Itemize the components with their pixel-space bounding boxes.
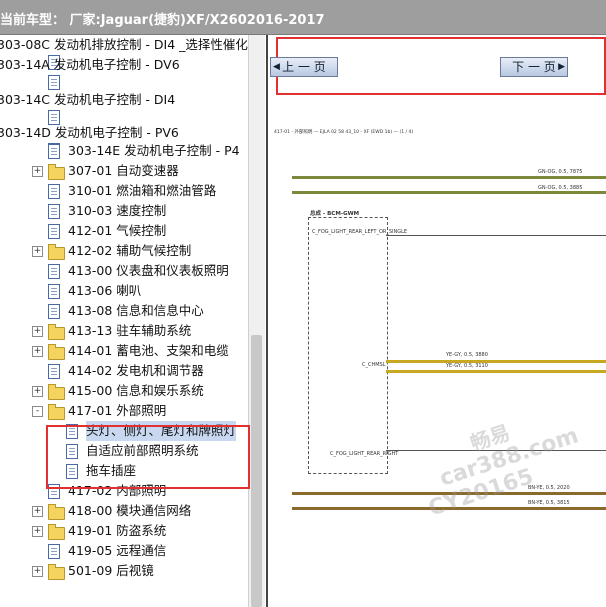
highlight-box-tree — [46, 425, 250, 489]
tree-item[interactable]: 415-00 信息和娱乐系统 — [68, 381, 204, 401]
expand-icon[interactable]: + — [32, 326, 43, 337]
page-icon — [48, 184, 60, 199]
tree-item[interactable]: 417-01 外部照明 — [68, 401, 166, 421]
title-bar: 当前车型： 厂家:Jaguar(捷豹)XF/X2602016-2017 — [0, 0, 606, 35]
expand-icon[interactable]: + — [32, 566, 43, 577]
expand-icon[interactable]: + — [32, 166, 43, 177]
tree-item[interactable]: 303-14C 发动机电子控制 - DI4 — [0, 90, 175, 110]
folder-icon — [48, 164, 65, 180]
diagram-page-header: 417-01 - 外部照明 — EJLA 02 58 43_10 - XF (E… — [274, 130, 414, 135]
wire — [292, 191, 606, 194]
tree-item[interactable]: 501-09 后视镜 — [68, 561, 154, 581]
wire — [386, 370, 606, 373]
folder-icon — [48, 564, 65, 580]
tree-item[interactable]: 419-05 远程通信 — [68, 541, 166, 561]
wire — [386, 360, 606, 363]
tree-item[interactable]: 413-00 仪表盘和仪表板照明 — [68, 261, 229, 281]
pin-label: C_FOG_LIGHT_REAR_RIGHT — [330, 451, 399, 457]
wire-label: YE-GY, 0.5, 3110 — [446, 363, 488, 369]
expand-icon[interactable]: + — [32, 246, 43, 257]
tree-item[interactable]: 303-14D 发动机电子控制 - PV6 — [0, 123, 179, 143]
prev-arrow-icon: ◀ — [273, 62, 280, 72]
wire — [292, 176, 606, 179]
tree-item[interactable]: 412-02 辅助气候控制 — [68, 241, 191, 261]
pin-label: C_CHMSL — [362, 362, 386, 368]
expand-icon[interactable]: + — [32, 506, 43, 517]
tree-item[interactable]: 414-01 蓄电池、支架和电缆 — [68, 341, 229, 361]
tree-item[interactable]: 303-14A 发动机电子控制 - DV6 — [0, 55, 180, 75]
page-icon — [48, 304, 60, 319]
prev-page-button[interactable]: ◀ 上 一 页 — [270, 57, 338, 77]
tree-item[interactable]: 414-02 发电机和调节器 — [68, 361, 204, 381]
next-page-button[interactable]: 下 一 页 ▶ — [500, 57, 568, 77]
page-icon — [48, 264, 60, 279]
prev-page-label: 上 一 页 — [282, 60, 326, 74]
wire-label: YE-GY, 0.5, 3880 — [446, 352, 488, 358]
tree-item[interactable]: 419-01 防盗系统 — [68, 521, 166, 541]
page-icon — [48, 284, 60, 299]
collapse-icon[interactable]: - — [32, 406, 43, 417]
diagram-viewer: ◀ 上 一 页 下 一 页 ▶ 417-01 - 外部照明 — EJLA 02 … — [266, 35, 606, 607]
page-icon — [48, 544, 60, 559]
page-icon — [48, 75, 60, 90]
tree-item[interactable]: 310-01 燃油箱和燃油管路 — [68, 181, 216, 201]
tree-scrollbar[interactable] — [248, 35, 265, 607]
page-icon — [48, 204, 60, 219]
module-label: 总成 - BCM-GWM — [310, 211, 360, 217]
folder-icon — [48, 524, 65, 540]
wire-label: BN-YE, 0.5, 3815 — [528, 500, 570, 506]
folder-icon — [48, 244, 65, 260]
wire-label: GN-OG, 0.5, 3885 — [538, 185, 583, 191]
folder-icon — [48, 504, 65, 520]
tree-item[interactable]: 413-06 喇叭 — [68, 281, 141, 301]
next-arrow-icon: ▶ — [558, 62, 565, 72]
folder-icon — [48, 344, 65, 360]
tree-item[interactable]: 412-01 气候控制 — [68, 221, 166, 241]
next-page-label: 下 一 页 — [512, 60, 556, 74]
folder-icon — [48, 384, 65, 400]
current-vehicle-title: 当前车型： 厂家:Jaguar(捷豹)XF/X2602016-2017 — [0, 13, 325, 28]
page-icon — [48, 144, 60, 159]
tree-panel[interactable]: 303-08C 发动机排放控制 - DI4 _选择性催化 303-14A 发动机电… — [0, 35, 248, 607]
page-icon — [48, 224, 60, 239]
wire — [386, 235, 606, 236]
scrollbar-thumb[interactable] — [251, 335, 262, 607]
tree-item[interactable]: 418-00 模块通信网络 — [68, 501, 191, 521]
tree-item[interactable]: 303-14E 发动机电子控制 - P4 — [68, 141, 240, 161]
folder-icon — [48, 404, 65, 420]
folder-icon — [48, 324, 65, 340]
expand-icon[interactable]: + — [32, 386, 43, 397]
page-icon — [48, 364, 60, 379]
module-box — [308, 217, 388, 474]
expand-icon[interactable]: + — [32, 526, 43, 537]
expand-icon[interactable]: + — [32, 346, 43, 357]
tree-item[interactable]: 413-08 信息和信息中心 — [68, 301, 204, 321]
wire-label: GN-OG, 0.5, 7875 — [538, 169, 583, 175]
tree-item[interactable]: 310-03 速度控制 — [68, 201, 166, 221]
tree-item[interactable]: 413-13 驻车辅助系统 — [68, 321, 191, 341]
tree-item[interactable]: 307-01 自动变速器 — [68, 161, 179, 181]
tree-item[interactable]: 303-08C 发动机排放控制 - DI4 _选择性催化 — [0, 35, 248, 55]
